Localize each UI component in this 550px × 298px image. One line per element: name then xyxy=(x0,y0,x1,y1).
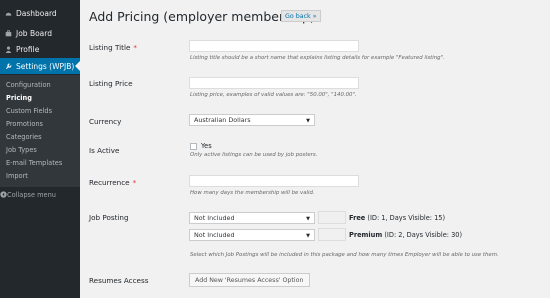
submenu-item-email-templates[interactable]: E-mail Templates xyxy=(6,159,62,167)
sidebar-item-profile[interactable]: Profile xyxy=(0,41,80,57)
user-icon xyxy=(5,46,12,53)
listing-title-label: Listing Title * xyxy=(89,43,137,52)
settings-submenu: Configuration Pricing Custom Fields Prom… xyxy=(0,75,80,187)
sidebar-item-job-board[interactable]: Job Board xyxy=(0,25,80,41)
listing-title-label-text: Listing Title xyxy=(89,43,131,52)
recurrence-input[interactable] xyxy=(189,175,359,187)
job-posting-free-name: Free xyxy=(349,214,366,222)
job-posting-hint: Select which Job Postings will be includ… xyxy=(190,252,499,258)
job-posting-free-detail: (ID: 1, Days Visible: 15) xyxy=(365,214,446,222)
submenu-item-job-types[interactable]: Job Types xyxy=(6,146,37,154)
recurrence-hint: How many days the membership will be val… xyxy=(190,190,315,196)
sidebar-item-dashboard[interactable]: Dashboard xyxy=(0,5,80,21)
job-posting-premium-select[interactable]: Not Included ▼ xyxy=(189,229,315,241)
is-active-hint: Only active listings can be used by job … xyxy=(190,152,318,158)
collapse-menu-button[interactable]: Collapse menu xyxy=(0,188,80,202)
briefcase-icon xyxy=(5,29,12,37)
listing-price-input[interactable] xyxy=(189,77,359,89)
required-marker: * xyxy=(132,178,137,187)
admin-sidebar: Dashboard Job Board Profile Settings (WP… xyxy=(0,0,80,298)
recurrence-label: Recurrence * xyxy=(89,178,136,187)
job-posting-free-count-input[interactable] xyxy=(318,211,346,224)
listing-price-label: Listing Price xyxy=(89,79,133,88)
job-posting-premium-count-input[interactable] xyxy=(318,228,346,241)
submenu-item-configuration[interactable]: Configuration xyxy=(6,81,51,89)
job-posting-premium-name: Premium xyxy=(349,231,383,239)
dashboard-icon xyxy=(5,10,12,17)
currency-label: Currency xyxy=(89,117,122,126)
sidebar-item-label: Dashboard xyxy=(16,8,57,18)
currency-select-value: Australian Dollars xyxy=(194,116,251,124)
job-posting-free-select-value: Not Included xyxy=(194,214,235,222)
required-marker: * xyxy=(133,43,137,52)
add-resumes-access-option-button[interactable]: Add New 'Resumes Access' Option xyxy=(189,273,310,287)
chevron-down-icon: ▼ xyxy=(306,216,310,222)
sidebar-item-label: Settings (WPJB) xyxy=(16,61,75,71)
submenu-item-categories[interactable]: Categories xyxy=(6,133,42,141)
sidebar-item-label: Job Board xyxy=(16,28,52,38)
job-posting-premium-detail: (ID: 2, Days Visible: 30) xyxy=(382,231,463,239)
recurrence-label-text: Recurrence xyxy=(89,178,130,187)
job-posting-free-select[interactable]: Not Included ▼ xyxy=(189,212,315,224)
go-back-button[interactable]: Go back » xyxy=(281,10,321,22)
wrench-icon xyxy=(5,63,12,70)
chevron-down-icon: ▼ xyxy=(306,118,310,124)
job-posting-premium-label: Premium (ID: 2, Days Visible: 30) xyxy=(349,231,462,239)
is-active-label: Is Active xyxy=(89,146,120,155)
resumes-access-label: Resumes Access xyxy=(89,276,149,285)
job-posting-label: Job Posting xyxy=(89,213,129,222)
submenu-item-promotions[interactable]: Promotions xyxy=(6,120,43,128)
currency-select[interactable]: Australian Dollars ▼ xyxy=(189,114,315,126)
sidebar-item-label: Profile xyxy=(16,44,40,54)
job-posting-free-label: Free (ID: 1, Days Visible: 15) xyxy=(349,214,445,222)
job-posting-premium-select-value: Not Included xyxy=(194,231,235,239)
submenu-item-pricing[interactable]: Pricing xyxy=(6,94,32,102)
sidebar-item-settings-wpjb[interactable]: Settings (WPJB) xyxy=(0,58,80,74)
is-active-checkbox-label[interactable]: Yes xyxy=(201,142,212,150)
submenu-item-custom-fields[interactable]: Custom Fields xyxy=(6,107,52,115)
collapse-arrow-icon xyxy=(0,190,7,200)
is-active-checkbox[interactable] xyxy=(190,143,197,150)
collapse-menu-label: Collapse menu xyxy=(7,191,56,199)
listing-title-input[interactable] xyxy=(189,40,359,52)
listing-price-hint: Listing price, examples of valid values … xyxy=(190,92,357,98)
active-indicator xyxy=(75,61,80,71)
listing-title-hint: Listing title should be a short name tha… xyxy=(190,55,445,61)
chevron-down-icon: ▼ xyxy=(306,233,310,239)
submenu-item-import[interactable]: Import xyxy=(6,172,28,180)
